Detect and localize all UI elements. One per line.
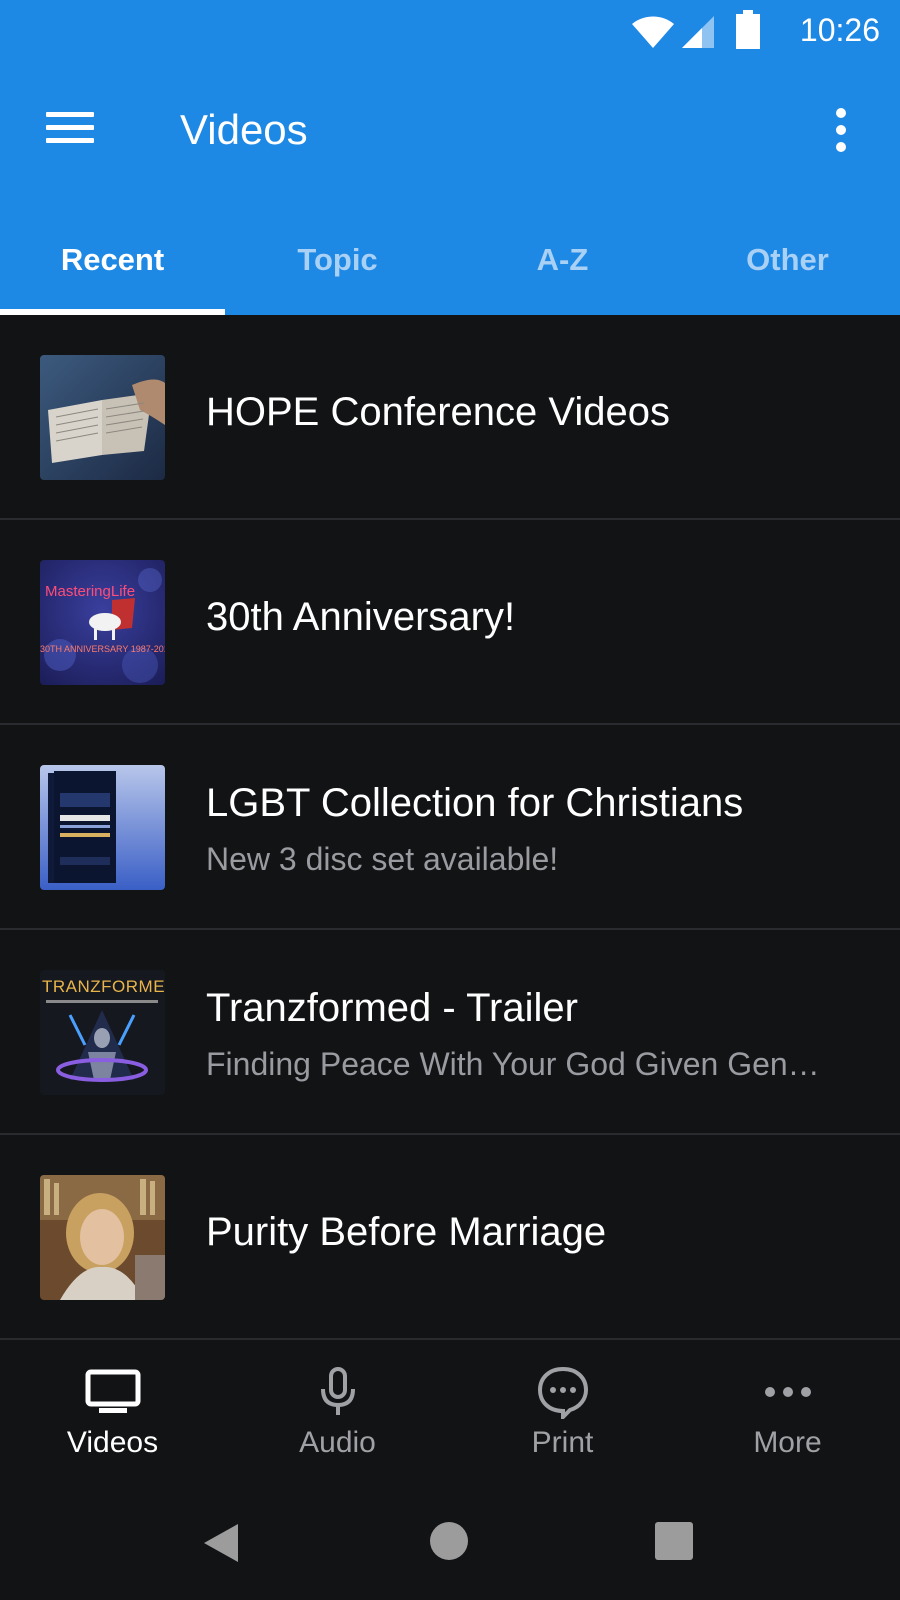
list-item-title: 30th Anniversary! [206,595,516,639]
battery-icon [736,10,760,49]
list-item-title: HOPE Conference Videos [206,390,670,434]
nav-audio[interactable]: Audio [225,1340,450,1465]
svg-text:30TH ANNIVERSARY 1987-2017: 30TH ANNIVERSARY 1987-2017 [40,644,165,654]
back-icon[interactable] [202,1522,240,1564]
system-navigation-bar [0,1470,900,1600]
wifi-icon [632,16,674,48]
bottom-navigation: Videos Audio Print More [0,1340,900,1465]
home-icon[interactable] [430,1522,468,1560]
microphone-icon [225,1362,450,1422]
list-item-subtitle: Finding Peace With Your God Given Gen… [206,1046,820,1082]
list-item[interactable]: MasteringLife 30TH ANNIVERSARY 1987-2017… [0,520,900,725]
nav-more-label: More [753,1426,822,1459]
nav-print[interactable]: Print [450,1340,675,1465]
list-item-title: Tranzformed - Trailer [206,986,578,1030]
tab-topic[interactable]: Topic [225,218,450,315]
list-item-subtitle: New 3 disc set available! [206,841,559,877]
tv-icon [0,1362,225,1422]
speaker-thumbnail [40,1175,165,1300]
list-item-title: Purity Before Marriage [206,1210,607,1254]
more-horizontal-icon [675,1362,900,1422]
tranzformed-thumbnail: TRANZFORMED [40,970,165,1095]
bible-thumbnail [40,355,165,480]
list-item[interactable]: TRANZFORMED Tranzformed - Trailer Findin… [0,930,900,1135]
nav-videos-label: Videos [66,1426,159,1459]
signal-icon [682,16,714,48]
tab-a-z[interactable]: A-Z [450,218,675,315]
nav-more[interactable]: More [675,1340,900,1465]
overflow-menu-icon[interactable] [826,108,856,154]
nav-audio-label: Audio [299,1426,376,1459]
status-bar: 10:26 [0,0,900,64]
nav-videos[interactable]: Videos [0,1340,225,1465]
app-bar: 10:26 Videos Recent Topic A-Z Other [0,0,900,315]
tab-recent[interactable]: Recent [0,218,225,315]
list-item[interactable]: LGBT Collection for Christians New 3 dis… [0,725,900,930]
list-item[interactable]: HOPE Conference Videos [0,315,900,520]
anniversary-thumbnail: MasteringLife 30TH ANNIVERSARY 1987-2017 [40,560,165,685]
list-item-title: LGBT Collection for Christians [206,781,744,825]
dvd-set-thumbnail [40,765,165,890]
menu-icon[interactable] [40,104,100,154]
tab-bar: Recent Topic A-Z Other [0,218,900,315]
list-item[interactable]: Purity Before Marriage [0,1135,900,1340]
page-title: Videos [180,106,308,153]
recent-apps-icon[interactable] [655,1522,693,1560]
svg-text:TRANZFORMED: TRANZFORMED [42,977,165,996]
video-list: HOPE Conference Videos MasteringLife 30T [0,315,900,1340]
anniversary-logo-text: MasteringLife [45,583,135,600]
tab-other[interactable]: Other [675,218,900,315]
nav-print-label: Print [531,1426,594,1459]
chat-bubble-icon [450,1362,675,1422]
status-time: 10:26 [799,12,880,48]
